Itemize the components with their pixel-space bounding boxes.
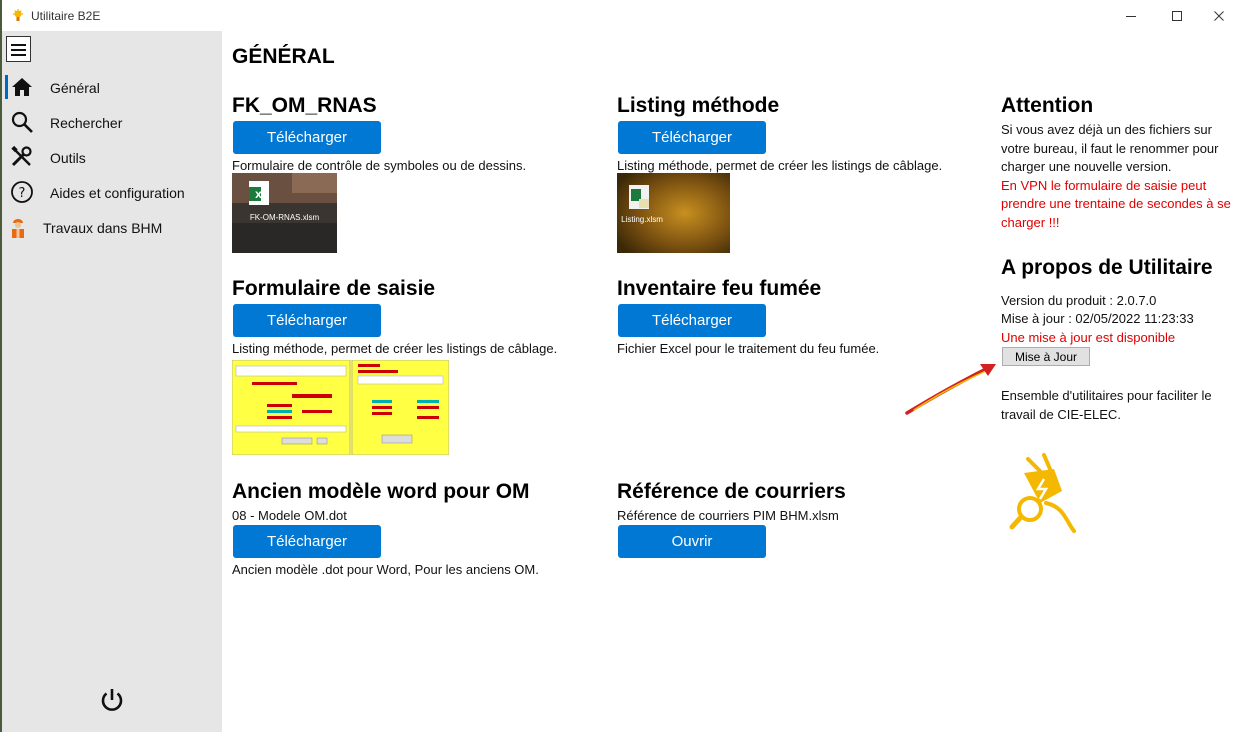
formulaire-saisie-thumbnail[interactable] [232,360,449,455]
download-inventaire-feu-fumee-button[interactable]: Télécharger [618,304,766,337]
download-listing-methode-button[interactable]: Télécharger [618,121,766,154]
sidebar-item-general[interactable]: Général [2,70,222,105]
section-subtitle: Référence de courriers PIM BHM.xlsm [617,508,839,523]
svg-text:?: ? [19,186,26,201]
utilitaire-logo-icon [1009,453,1076,533]
help-icon: ? [11,181,33,203]
power-icon[interactable] [98,686,126,714]
download-fk-om-rnas-button[interactable]: Télécharger [233,121,381,154]
worker-icon [12,219,24,238]
thumbnail-label: FK-OM-RNAS.xlsm [249,213,320,222]
app-window: Utilitaire B2E Général Rechercher Outils… [2,0,1242,732]
search-icon [11,111,33,133]
attention-info: Si vous avez déjà un des fichiers sur vo… [1001,122,1219,174]
selection-indicator [5,75,8,99]
about-version: Version du produit : 2.0.7.0 [1001,293,1157,308]
attention-warning: En VPN le formulaire de saisie peut pren… [1001,177,1231,230]
section-title-ancien-modele-word: Ancien modèle word pour OM [232,480,530,503]
sidebar-item-label: Travaux dans BHM [43,220,163,236]
minimize-button[interactable] [1108,0,1154,31]
section-title-reference-courriers: Référence de courriers [617,480,846,503]
window-title: Utilitaire B2E [31,9,101,23]
title-bar: Utilitaire B2E [2,0,1242,31]
sidebar-item-label: Général [50,80,100,96]
about-title: A propos de Utilitaire [1001,256,1213,279]
close-icon [1214,10,1224,21]
section-description: Formulaire de contrôle de symboles ou de… [232,158,527,173]
fk-om-rnas-thumbnail[interactable]: X FK-OM-RNAS.xlsm [232,173,337,253]
tools-icon [11,145,32,167]
about-update-date: Mise à jour : 02/05/2022 11:23:33 [1001,311,1194,326]
hamburger-menu-button[interactable] [6,36,31,62]
home-icon [12,78,32,96]
open-reference-courriers-button[interactable]: Ouvrir [618,525,766,558]
main-content: GÉNÉRAL FK_OM_RNAS Télécharger Formulair… [222,31,1242,732]
maximize-icon [1172,10,1182,21]
sidebar: Général Rechercher Outils ? Aides et con… [2,31,222,732]
annotation-arrow [905,364,996,415]
page-title: GÉNÉRAL [232,45,335,68]
update-button[interactable]: Mise à Jour [1002,347,1090,366]
close-button[interactable] [1196,0,1242,31]
listing-thumbnail[interactable]: Listing.xlsm [617,173,730,253]
download-ancien-modele-button[interactable]: Télécharger [233,525,381,558]
thumbnail-label: Listing.xlsm [621,215,663,224]
thumbnail-image [617,173,730,253]
sidebar-item-outils[interactable]: Outils [2,140,222,175]
app-logo-icon [13,9,23,21]
minimize-icon [1126,15,1136,17]
sidebar-item-label: Rechercher [50,115,123,131]
section-subtitle: 08 - Modele OM.dot [232,508,347,523]
sidebar-item-aides[interactable]: ? Aides et configuration [2,175,222,210]
update-available-notice: Une mise à jour est disponible [1001,330,1176,345]
section-description: Fichier Excel pour le traitement du feu … [617,341,880,356]
section-description: Ancien modèle .dot pour Word, Pour les a… [232,562,539,577]
section-description: Listing méthode, permet de créer les lis… [617,158,943,173]
svg-text:X: X [255,191,262,201]
section-description: Listing méthode, permet de créer les lis… [232,341,558,356]
about-description: Ensemble d'utilitaires pour faciliter le… [1001,388,1212,422]
download-formulaire-saisie-button[interactable]: Télécharger [233,304,381,337]
section-title-inventaire-feu-fumee: Inventaire feu fumée [617,277,822,300]
attention-title: Attention [1001,94,1094,117]
sidebar-item-rechercher[interactable]: Rechercher [2,105,222,140]
sidebar-item-label: Aides et configuration [50,185,185,201]
section-title-listing-methode: Listing méthode [617,94,780,117]
section-title-formulaire-saisie: Formulaire de saisie [232,277,436,300]
thumbnail-image [232,360,449,455]
maximize-button[interactable] [1154,0,1200,31]
attention-text: Si vous avez déjà un des fichiers sur vo… [1001,121,1239,232]
sidebar-item-label: Outils [50,150,86,166]
sidebar-item-travaux[interactable]: Travaux dans BHM [2,210,222,245]
section-title-fk-om-rnas: FK_OM_RNAS [232,94,377,117]
